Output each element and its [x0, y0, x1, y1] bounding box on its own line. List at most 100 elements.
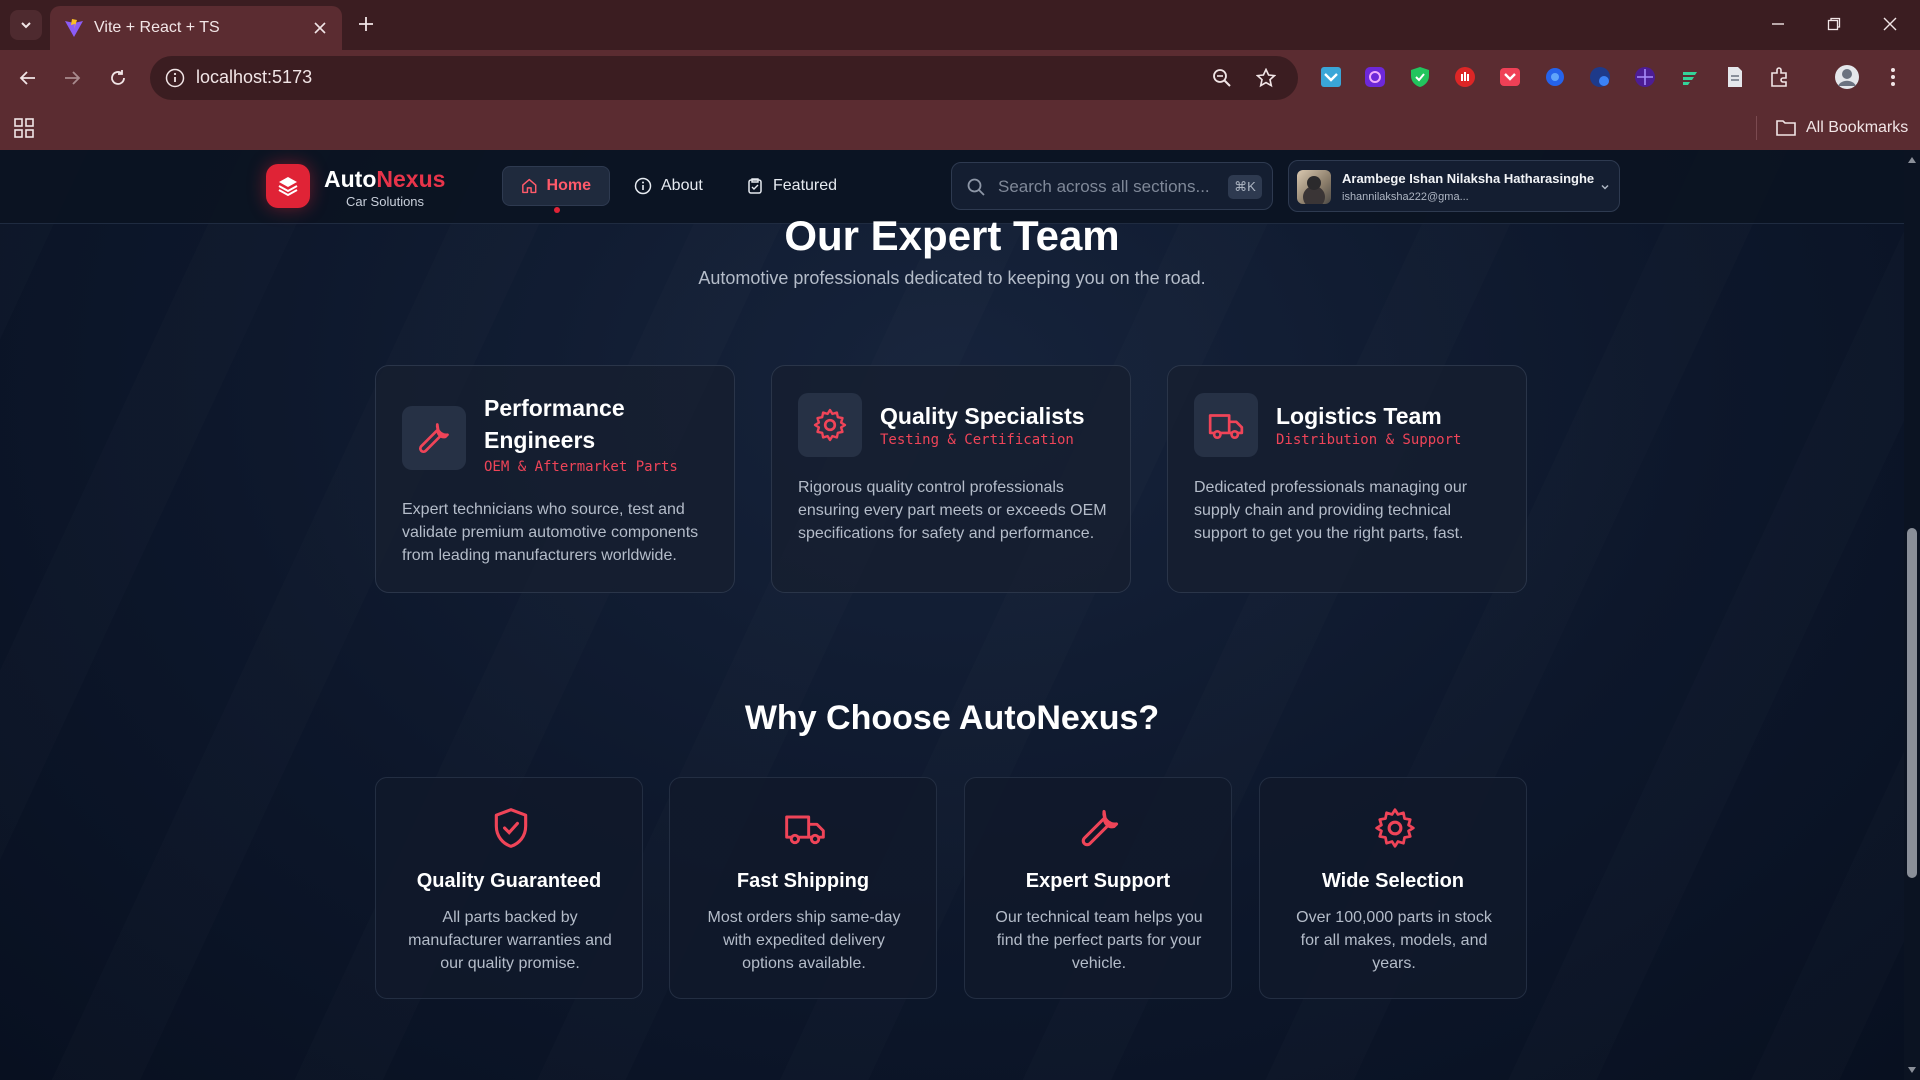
all-bookmarks-label: All Bookmarks: [1806, 119, 1909, 136]
team-card-performance-engineers: Performance Engineers OEM & Aftermarket …: [375, 365, 735, 593]
page-viewport: AutoNexus Car Solutions Home About Featu…: [0, 150, 1904, 1080]
search-shortcut-badge: ⌘K: [1228, 175, 1262, 199]
user-name: Arambege Ishan Nilaksha Hatharasinghe: [1342, 171, 1595, 186]
folder-icon: [1776, 120, 1796, 136]
why-card-name: Expert Support: [1025, 870, 1171, 892]
gear-icon: [1375, 808, 1415, 848]
why-card-fast-shipping: Fast Shipping Most orders ship same-day …: [669, 777, 937, 999]
scroll-down-icon[interactable]: [1906, 1064, 1918, 1076]
url-text: localhost:5173: [196, 67, 313, 87]
nav-featured[interactable]: Featured: [728, 166, 855, 206]
why-card-quality-guaranteed: Quality Guaranteed All parts backed by m…: [375, 777, 643, 999]
clipboard-icon: [748, 178, 762, 194]
team-card-description: Expert technicians who source, test and …: [402, 501, 699, 564]
scroll-up-icon[interactable]: [1906, 154, 1918, 166]
browser-tab-bar: Vite + React + TS: [0, 0, 1920, 50]
team-card-name: Logistics Team: [1276, 403, 1442, 429]
logo-accent-text: Nexus: [376, 166, 446, 192]
nav-featured-label: Featured: [773, 177, 838, 194]
home-icon: [522, 178, 537, 194]
extension-8-icon[interactable]: [1632, 64, 1658, 90]
nav-about[interactable]: About: [616, 166, 721, 206]
apps-grid-icon[interactable]: [12, 116, 36, 140]
why-card-description: Over 100,000 parts in stock for all make…: [1296, 909, 1492, 972]
avatar: [1297, 170, 1331, 204]
team-card-role: Distribution & Support: [1276, 432, 1462, 448]
reload-icon[interactable]: [104, 64, 132, 92]
team-card-description: Dedicated professionals managing our sup…: [1194, 479, 1468, 542]
team-card-role: OEM & Aftermarket Parts: [484, 459, 678, 475]
extension-9-icon[interactable]: [1677, 64, 1703, 90]
team-card-quality-specialists: Quality Specialists Testing & Certificat…: [771, 365, 1131, 593]
logo-layers-icon[interactable]: [266, 164, 310, 208]
why-card-description: Our technical team helps you find the pe…: [995, 909, 1203, 972]
gear-icon: [798, 393, 862, 457]
team-card-name: Performance Engineers: [484, 395, 625, 453]
shield-check-icon: [494, 808, 528, 848]
browser-tab-active[interactable]: Vite + React + TS: [50, 6, 342, 50]
window-restore-icon[interactable]: [1822, 12, 1846, 36]
team-card-logistics-team: Logistics Team Distribution & Support De…: [1167, 365, 1527, 593]
shield-extension-icon[interactable]: [1407, 64, 1433, 90]
window-close-icon[interactable]: [1878, 12, 1902, 36]
why-card-description: Most orders ship same-day with expedited…: [707, 909, 901, 972]
why-card-expert-support: Expert Support Our technical team helps …: [964, 777, 1232, 999]
truck-icon: [1194, 393, 1258, 457]
wrench-icon: [1081, 809, 1119, 847]
extensions-puzzle-icon[interactable]: [1767, 64, 1793, 90]
chevron-down-icon: [1601, 184, 1609, 190]
pocket-extension-icon[interactable]: [1497, 64, 1523, 90]
bookmarks-bar: All Bookmarks: [0, 106, 1920, 150]
profile-avatar-icon[interactable]: [1834, 64, 1860, 90]
search-icon: [967, 178, 985, 196]
nav-home-label: Home: [546, 177, 591, 194]
chevron-down-icon: [21, 22, 31, 29]
window-minimize-icon[interactable]: [1766, 12, 1790, 36]
truck-icon: [785, 815, 825, 845]
bookmarks-divider: [1756, 116, 1757, 140]
bookmark-star-icon[interactable]: [1254, 66, 1278, 90]
why-card-wide-selection: Wide Selection Over 100,000 parts in sto…: [1259, 777, 1527, 999]
zoom-icon[interactable]: [1210, 66, 1234, 90]
extension-7-icon[interactable]: [1587, 64, 1613, 90]
team-card-role: Testing & Certification: [880, 432, 1074, 448]
team-section-title: Our Expert Team: [784, 212, 1120, 259]
team-section-subtitle: Automotive professionals dedicated to ke…: [698, 268, 1206, 288]
user-menu[interactable]: Arambege Ishan Nilaksha Hatharasinghe is…: [1288, 160, 1620, 212]
logo-subtitle: Car Solutions: [346, 194, 425, 209]
why-card-name: Fast Shipping: [736, 870, 870, 892]
extension-2-icon[interactable]: [1362, 64, 1388, 90]
browser-menu-icon[interactable]: [1880, 64, 1906, 90]
logo-wordmark[interactable]: AutoNexus: [324, 166, 445, 193]
vite-logo-icon: [65, 19, 83, 37]
all-bookmarks-button[interactable]: All Bookmarks: [1776, 116, 1908, 140]
site-info-icon[interactable]: [164, 67, 186, 89]
why-section-title: Why Choose AutoNexus?: [744, 699, 1160, 737]
nav-home[interactable]: Home: [502, 166, 610, 206]
logo-main-text: Auto: [324, 166, 377, 192]
back-arrow-icon[interactable]: [14, 64, 42, 92]
extension-1-icon[interactable]: [1318, 64, 1344, 90]
global-search-input[interactable]: Search across all sections... ⌘K: [951, 162, 1273, 210]
why-card-name: Quality Guaranteed: [416, 870, 602, 892]
new-tab-plus-icon[interactable]: [354, 12, 378, 36]
team-card-description: Rigorous quality control professionals e…: [798, 479, 1107, 542]
wrench-icon: [402, 406, 466, 470]
document-extension-icon[interactable]: [1722, 64, 1748, 90]
nav-about-label: About: [661, 177, 703, 194]
tab-title: Vite + React + TS: [94, 19, 220, 36]
tab-close-icon[interactable]: [310, 18, 330, 38]
address-bar[interactable]: localhost:5173: [150, 56, 1298, 100]
tab-search-button[interactable]: [10, 10, 42, 40]
extension-6-icon[interactable]: [1542, 64, 1568, 90]
scrollbar-thumb[interactable]: [1907, 528, 1917, 878]
stop-hand-extension-icon[interactable]: [1452, 64, 1478, 90]
why-card-name: Wide Selection: [1321, 870, 1465, 892]
info-icon: [634, 177, 652, 195]
browser-toolbar: localhost:5173: [0, 50, 1920, 106]
page-scrollbar[interactable]: [1904, 150, 1920, 1080]
search-placeholder: Search across all sections...: [998, 177, 1210, 196]
team-card-name: Quality Specialists: [880, 403, 1085, 429]
user-email: ishannilaksha222@gma...: [1342, 191, 1469, 203]
forward-arrow-icon[interactable]: [58, 64, 86, 92]
